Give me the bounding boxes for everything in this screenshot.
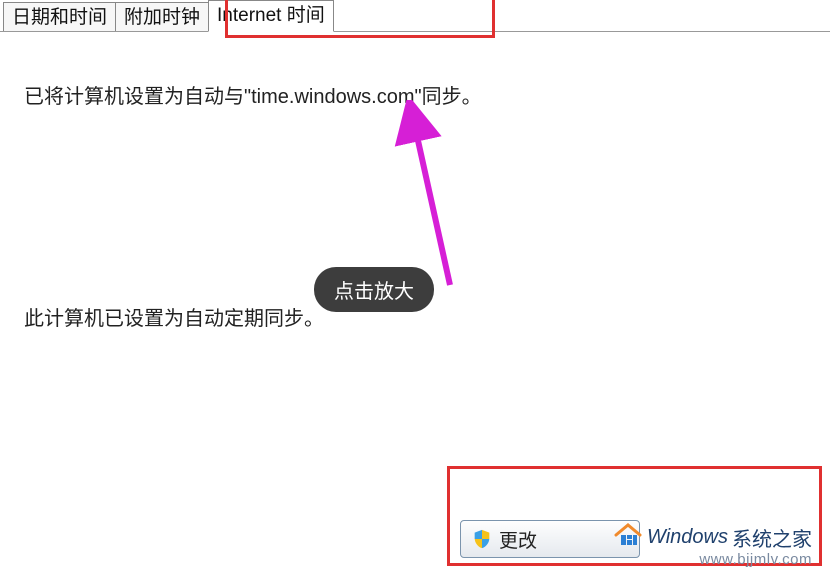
tab-label: Internet 时间 bbox=[217, 5, 325, 26]
house-icon bbox=[613, 522, 643, 553]
tab-label: 日期和时间 bbox=[12, 7, 107, 28]
sync-status-text: 已将计算机设置为自动与"time.windows.com"同步。 bbox=[24, 80, 482, 109]
tooltip-text: 点击放大 bbox=[334, 281, 414, 303]
tab-additional-clocks[interactable]: 附加时钟 bbox=[115, 2, 209, 32]
tab-date-time[interactable]: 日期和时间 bbox=[3, 2, 116, 32]
tab-bar: 日期和时间 附加时钟 Internet 时间 bbox=[3, 0, 333, 32]
zoom-tooltip: 点击放大 bbox=[314, 267, 434, 312]
shield-icon bbox=[471, 528, 493, 550]
watermark-brand-cn: 系统之家 bbox=[732, 523, 812, 552]
sync-schedule-text: 此计算机已设置为自动定期同步。 bbox=[24, 302, 324, 331]
tab-internet-time[interactable]: Internet 时间 bbox=[208, 0, 334, 32]
watermark-brand-en: Windows bbox=[647, 526, 728, 549]
change-button-label: 更改 bbox=[499, 526, 537, 553]
watermark-url: www.bjjmlv.com bbox=[613, 551, 812, 568]
watermark: Windows 系统之家 www.bjjmlv.com bbox=[613, 522, 812, 568]
tab-label: 附加时钟 bbox=[124, 7, 200, 28]
annotation-arrow-icon bbox=[355, 100, 475, 295]
